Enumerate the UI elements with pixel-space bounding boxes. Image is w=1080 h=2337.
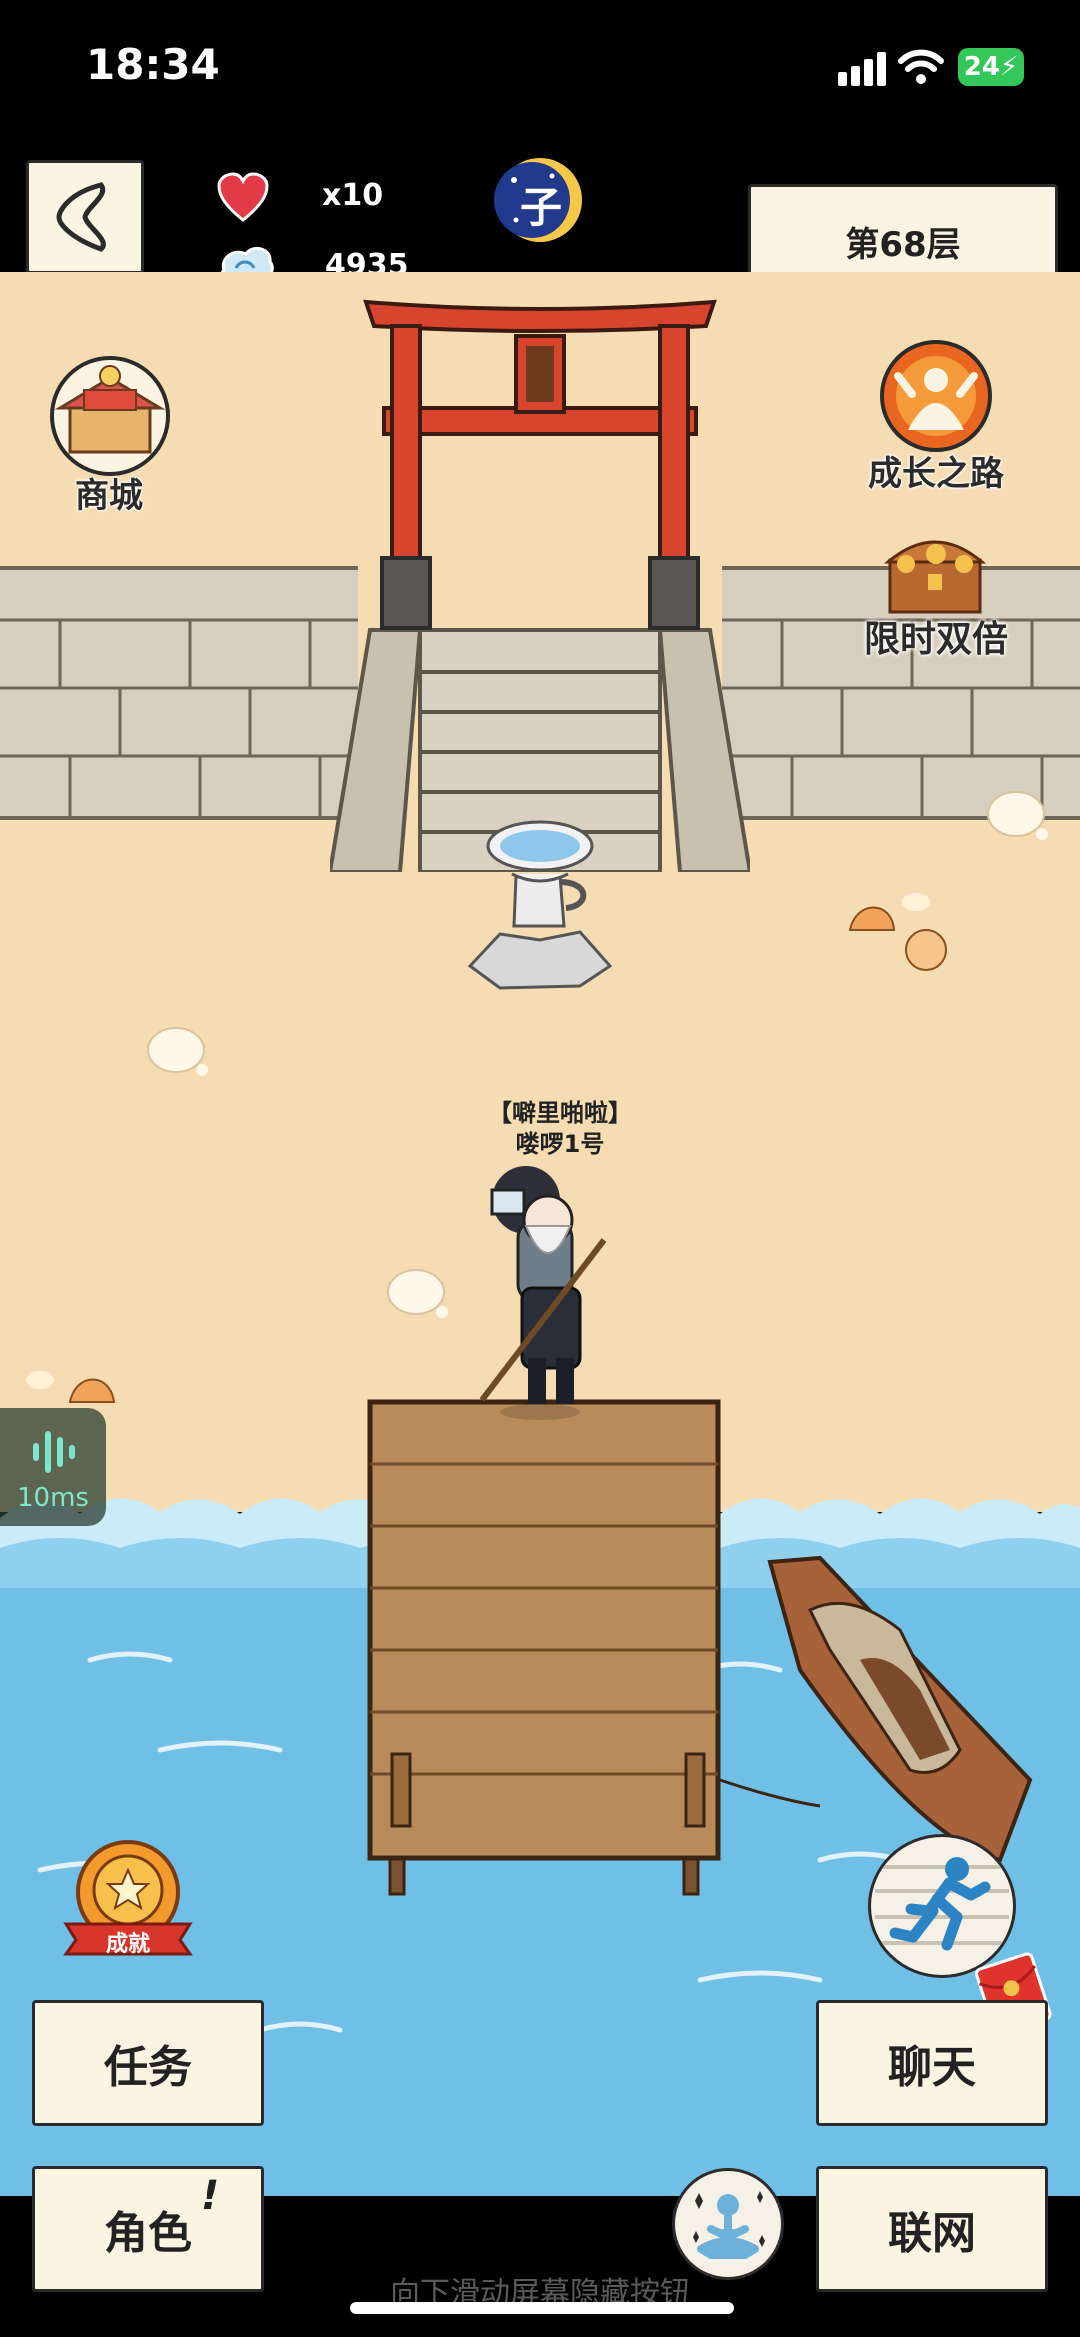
player-character[interactable]	[470, 1160, 620, 1420]
double-reward-label: 限时双倍	[863, 619, 1008, 660]
player-name: 【噼里啪啦】 喽啰1号	[460, 1098, 660, 1160]
pebble-decoration	[987, 791, 1048, 840]
shop-icon	[50, 356, 170, 476]
time-symbol: 子	[520, 183, 563, 232]
audio-wave-icon	[33, 1431, 75, 1473]
meditate-button[interactable]	[672, 2168, 784, 2280]
tasks-button[interactable]: 任务	[32, 2000, 264, 2126]
character-label: 角色	[104, 2208, 192, 2259]
meditate-icon	[693, 2191, 765, 2259]
cellular-signal-icon	[838, 52, 886, 86]
achievement-button[interactable]: 成就	[58, 1836, 198, 1960]
shop-button[interactable]: 商城	[34, 350, 184, 520]
achievement-label: 成就	[105, 1932, 150, 1957]
player-guild: 【噼里啪啦】	[488, 1099, 632, 1127]
notification-mark: !	[201, 2173, 220, 2219]
network-button[interactable]: 联网	[816, 2166, 1048, 2292]
growth-path-label: 成长之路	[868, 454, 1004, 494]
pebble-decoration	[147, 1027, 208, 1076]
pebble-decoration	[387, 1269, 448, 1318]
stone-water-basin	[467, 820, 613, 990]
latency-value: 10ms	[17, 1483, 89, 1513]
moored-boat	[719, 1555, 1033, 1863]
double-reward-button[interactable]: 限时双倍	[850, 520, 1050, 670]
shop-label: 商城	[75, 476, 143, 516]
wooden-dock	[367, 1399, 721, 1896]
character-button[interactable]: 角色 !	[32, 2166, 264, 2292]
wifi-icon	[898, 49, 944, 84]
torii-gate	[363, 299, 717, 630]
heart-icon	[217, 172, 269, 222]
latency-indicator: 10ms	[0, 1408, 106, 1526]
moon-time-icon: 子	[494, 154, 586, 246]
growth-path-icon	[880, 340, 992, 452]
stone-wall-left	[0, 566, 358, 820]
growth-path-button[interactable]: 成长之路	[858, 336, 1048, 496]
status-bar: 18:34 24⚡	[0, 0, 1080, 150]
player-nickname: 喽啰1号	[515, 1130, 605, 1158]
back-button[interactable]	[26, 160, 144, 274]
home-indicator[interactable]	[350, 2302, 734, 2314]
seashell-decoration	[848, 893, 947, 971]
battery-indicator: 24⚡	[958, 48, 1024, 86]
back-chevron-icon	[56, 182, 106, 252]
status-time: 18:34	[86, 40, 220, 89]
treasure-chest-icon	[883, 540, 987, 614]
chat-button[interactable]: 聊天	[816, 2000, 1048, 2126]
lives-count: x10	[322, 178, 384, 213]
